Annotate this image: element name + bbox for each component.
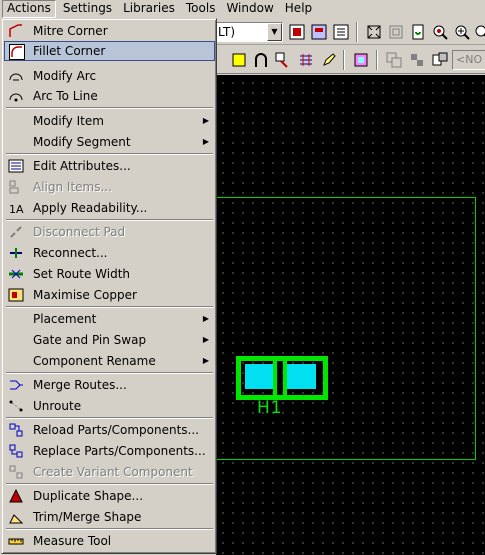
submenu-arrow-icon: ▶ [202,356,209,365]
menu-item-unroute[interactable]: Unroute [4,396,215,416]
grid-icon[interactable] [296,50,316,70]
board-outline [216,197,476,460]
pen-icon[interactable] [319,50,339,70]
yellow-square-icon[interactable] [229,50,249,70]
zoom-icon[interactable] [430,22,450,42]
readability-icon: 1A [7,199,25,217]
pad-left[interactable] [245,364,273,389]
route-width-icon [7,265,25,283]
menu-item-maximise-copper[interactable]: Maximise Copper [4,285,215,305]
actions-menu: Mitre Corner Fillet Corner Modify Arc Ar… [1,18,217,554]
pad-right[interactable] [287,364,316,389]
layer-settings-icon[interactable] [309,22,329,42]
replace-parts-icon [7,442,25,460]
combo-arrow-icon[interactable]: ▼ [267,23,282,41]
reconnect-icon [7,244,25,262]
menu-bar: Actions Settings Libraries Tools Window … [0,0,485,18]
submenu-arrow-icon: ▶ [202,137,209,146]
submenu-arrow-icon: ▶ [202,116,209,125]
modify-arc-icon [7,67,25,85]
menu-item-modify-item[interactable]: Modify Item ▶ [4,111,215,131]
menu-item-component-rename[interactable]: Component Rename ▶ [4,351,215,371]
layer-combo-value: LT) [218,25,236,39]
menu-libraries[interactable]: Libraries [119,0,179,18]
menu-item-merge-routes[interactable]: Merge Routes... [4,375,215,395]
pcb-canvas[interactable]: H1 [216,75,485,555]
component-footprint[interactable] [236,356,328,400]
menu-item-reload-parts[interactable]: Reload Parts/Components... [4,420,215,440]
arrange-icon[interactable] [430,50,450,70]
edit-attributes-icon [7,157,25,175]
menu-item-duplicate-shape[interactable]: Duplicate Shape... [4,486,215,506]
zoom-in-icon[interactable] [452,22,472,42]
paste-icon[interactable] [407,50,427,70]
menu-item-disconnect-pad[interactable]: Disconnect Pad [4,222,215,242]
duplicate-shape-icon [7,487,25,505]
layer-view-icon[interactable] [287,22,307,42]
menu-settings[interactable]: Settings [59,0,116,18]
menu-item-align-items[interactable]: Align Items... [4,177,215,197]
component-body [273,361,287,395]
menu-actions[interactable]: Actions [2,0,56,18]
fit-view-icon[interactable] [364,22,384,42]
refresh-icon[interactable] [408,22,428,42]
trim-merge-shape-icon [7,508,25,526]
merge-routes-icon [7,376,25,394]
layer-combo[interactable]: LT) ▼ [216,22,283,42]
menu-item-mitre-corner[interactable]: Mitre Corner [4,21,215,41]
menu-item-reconnect[interactable]: Reconnect... [4,243,215,263]
create-variant-icon [7,463,25,481]
menu-window[interactable]: Window [222,0,277,18]
submenu-arrow-icon: ▶ [202,314,209,323]
align-items-icon [7,178,25,196]
menu-item-placement[interactable]: Placement ▶ [4,309,215,329]
menu-item-create-variant[interactable]: Create Variant Component [4,462,215,482]
reload-parts-icon [7,421,25,439]
submenu-arrow-icon: ▶ [202,335,209,344]
route-icon[interactable] [273,50,293,70]
menu-item-measure-tool[interactable]: Measure Tool [4,531,215,551]
measure-tool-icon [7,532,25,550]
svg-text:1A: 1A [9,203,24,216]
shape-icon[interactable] [351,50,371,70]
menu-item-trim-merge-shape[interactable]: Trim/Merge Shape [4,507,215,527]
menu-item-edit-attributes[interactable]: Edit Attributes... [4,156,215,176]
copy-icon[interactable] [384,50,404,70]
menu-item-set-route-width[interactable]: Set Route Width [4,264,215,284]
maximise-copper-icon [7,286,25,304]
zoom-out-icon[interactable] [472,22,485,42]
no-field[interactable]: <NO [452,50,485,70]
menu-tools[interactable]: Tools [182,0,220,18]
mitre-corner-icon [7,22,25,40]
menu-item-replace-parts[interactable]: Replace Parts/Components... [4,441,215,461]
menu-item-modify-arc[interactable]: Modify Arc [4,66,215,86]
menu-help[interactable]: Help [281,0,316,18]
menu-item-modify-segment[interactable]: Modify Segment ▶ [4,132,215,152]
arc-to-line-icon [7,87,25,105]
menu-item-gate-pin-swap[interactable]: Gate and Pin Swap ▶ [4,330,215,350]
unroute-icon [7,397,25,415]
disconnect-pad-icon [7,223,25,241]
menu-item-fillet-corner[interactable]: Fillet Corner [4,41,215,61]
arch-icon[interactable] [251,50,271,70]
zoom-area-icon[interactable] [386,22,406,42]
fillet-corner-icon [8,43,26,61]
menu-item-arc-to-line[interactable]: Arc To Line [4,86,215,106]
component-refdes[interactable]: H1 [257,398,283,418]
layer-list-icon[interactable] [331,22,351,42]
menu-item-apply-readability[interactable]: 1A Apply Readability... [4,198,215,218]
